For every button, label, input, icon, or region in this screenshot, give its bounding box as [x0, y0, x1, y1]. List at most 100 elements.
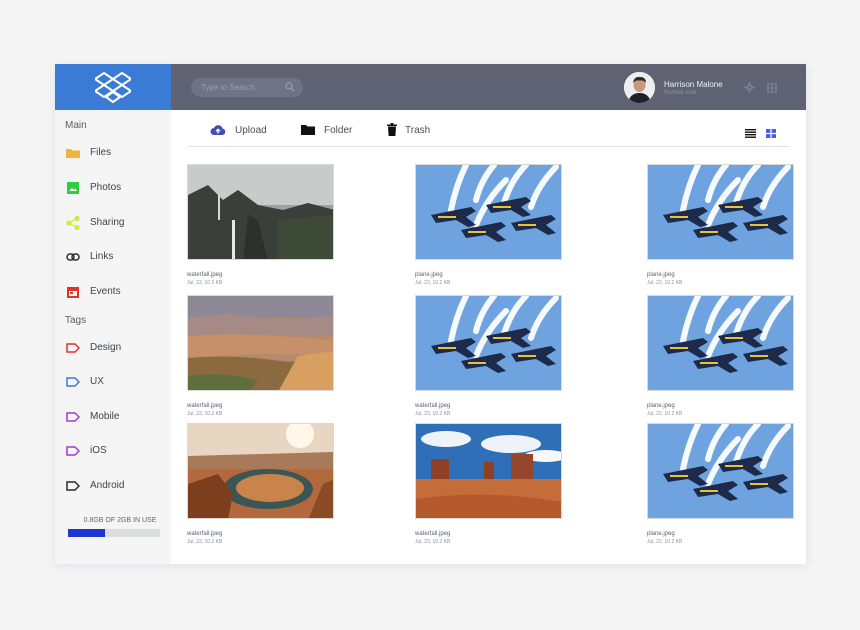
- search-placeholder: Type to Search: [201, 83, 255, 92]
- file-name: plane.jpeg: [647, 272, 675, 278]
- link-icon: [66, 253, 80, 261]
- canyon-thumbnail: [188, 296, 333, 390]
- file-card[interactable]: plane.jpeg Jul, 22, 10.2 KB: [647, 423, 794, 545]
- calendar-icon: [67, 287, 79, 298]
- sidebar-tag-android[interactable]: Android: [66, 478, 166, 494]
- sidebar-tag-label: UX: [90, 376, 104, 387]
- sidebar-item-label: Photos: [90, 182, 122, 193]
- file-card[interactable]: waterfall.jpeg Jul, 22, 10.2 KB: [187, 164, 334, 286]
- trash-label: Trash: [405, 125, 431, 136]
- tag-icon: [66, 412, 80, 422]
- share-icon: [66, 216, 80, 230]
- upload-button[interactable]: Upload: [210, 123, 270, 137]
- image-icon: [67, 182, 79, 194]
- cloud-upload-icon: [210, 125, 226, 135]
- trash-button[interactable]: Trash: [387, 123, 437, 137]
- file-thumbnail[interactable]: [647, 164, 794, 260]
- file-name: plane.jpeg: [647, 403, 675, 409]
- user-role: Normal user: [664, 90, 697, 96]
- search-icon[interactable]: [285, 82, 295, 92]
- tag-icon: [66, 377, 80, 387]
- avatar[interactable]: [624, 72, 655, 103]
- sidebar-tag-label: Mobile: [90, 411, 120, 422]
- file-thumbnail[interactable]: [415, 423, 562, 519]
- sidebar-tag-ios[interactable]: iOS: [66, 443, 166, 459]
- file-card[interactable]: plane.jpeg Jul, 22, 10.2 KB: [647, 295, 794, 417]
- file-card[interactable]: plane.jpeg Jul, 22, 10.2 KB: [647, 164, 794, 286]
- search-input[interactable]: Type to Search: [191, 78, 303, 97]
- file-thumbnail[interactable]: [187, 164, 334, 260]
- jets-thumbnail: [416, 296, 561, 390]
- sidebar-heading-main: Main: [65, 120, 87, 131]
- sidebar-item-links[interactable]: Links: [66, 249, 166, 265]
- file-thumbnail[interactable]: [647, 423, 794, 519]
- file-meta: Jul, 23, 10.2 KB: [415, 539, 451, 545]
- sidebar-item-label: Sharing: [90, 217, 125, 228]
- file-meta: Jul, 22, 10.2 KB: [647, 539, 683, 545]
- file-thumbnail[interactable]: [187, 423, 334, 519]
- tag-icon: [66, 343, 80, 353]
- file-meta: Jul, 22, 10.2 KB: [187, 280, 223, 286]
- sidebar-item-photos[interactable]: Photos: [66, 180, 166, 196]
- gear-icon[interactable]: [744, 82, 755, 93]
- storage-usage-text: 0.8GB OF 2GB IN USE: [83, 517, 157, 524]
- sidebar: Main Files Photos Sharing Links Events T…: [55, 110, 171, 564]
- folder-label: Folder: [324, 125, 353, 136]
- toolbar: Upload Folder Trash: [188, 110, 790, 147]
- sidebar-item-events[interactable]: Events: [66, 284, 166, 300]
- file-thumbnail[interactable]: [647, 295, 794, 391]
- file-thumbnail[interactable]: [415, 295, 562, 391]
- sidebar-tag-ux[interactable]: UX: [66, 374, 166, 390]
- file-name: waterfall.jpeg: [415, 403, 451, 409]
- file-name: plane.jpeg: [415, 272, 443, 278]
- file-meta: Jul, 22, 10.2 KB: [187, 411, 223, 417]
- file-name: waterfall.jpeg: [187, 531, 223, 537]
- folder-icon: [301, 125, 315, 135]
- logo[interactable]: [55, 64, 171, 110]
- sidebar-heading-tags: Tags: [65, 315, 87, 326]
- file-name: plane.jpeg: [647, 531, 675, 537]
- sidebar-tag-mobile[interactable]: Mobile: [66, 409, 166, 425]
- file-card[interactable]: waterfall.jpeg Jul, 22, 10.2 KB: [187, 295, 334, 417]
- storage-progress-fill: [68, 529, 105, 537]
- file-name: waterfall.jpeg: [187, 272, 223, 278]
- file-thumbnail[interactable]: [415, 164, 562, 260]
- jets-thumbnail: [648, 165, 793, 259]
- file-card[interactable]: waterfall.jpeg Jul, 23, 10.2 KB: [415, 295, 562, 417]
- sidebar-tag-label: iOS: [90, 445, 107, 456]
- grid-view-icon[interactable]: [766, 129, 776, 138]
- file-meta: Jul, 22, 10.2 KB: [647, 280, 683, 286]
- top-bar: Type to Search Harrison Malone Normal us…: [55, 64, 806, 110]
- file-meta: Jul, 23, 10.2 KB: [415, 280, 451, 286]
- file-name: waterfall.jpeg: [187, 403, 223, 409]
- sidebar-tag-label: Design: [90, 342, 122, 353]
- sidebar-item-files[interactable]: Files: [66, 145, 166, 161]
- file-thumbnail[interactable]: [187, 295, 334, 391]
- sidebar-tag-design[interactable]: Design: [66, 340, 166, 356]
- apps-grid-icon[interactable]: [767, 83, 777, 93]
- jets-thumbnail: [648, 296, 793, 390]
- trash-icon: [387, 123, 397, 136]
- app-window: Type to Search Harrison Malone Normal us…: [55, 64, 806, 564]
- file-meta: Jul, 23, 10.2 KB: [415, 411, 451, 417]
- jets-thumbnail: [416, 165, 561, 259]
- monument-valley-thumbnail: [416, 424, 561, 518]
- sidebar-tag-label: Android: [90, 480, 125, 491]
- file-meta: Jul, 22, 10.2 KB: [187, 539, 223, 545]
- new-folder-button[interactable]: Folder: [301, 123, 357, 137]
- file-card[interactable]: waterfall.jpeg Jul, 23, 10.2 KB: [415, 423, 562, 545]
- file-card[interactable]: waterfall.jpeg Jul, 22, 10.2 KB: [187, 423, 334, 545]
- sidebar-item-label: Files: [90, 147, 112, 158]
- folder-icon: [66, 149, 80, 158]
- file-meta: Jul, 22, 10.2 KB: [647, 411, 683, 417]
- horseshoe-bend-thumbnail: [188, 424, 333, 518]
- storage-progress-bar: [68, 529, 160, 537]
- waterfall-thumbnail: [188, 165, 333, 259]
- jets-thumbnail: [648, 424, 793, 518]
- sidebar-item-sharing[interactable]: Sharing: [66, 215, 166, 231]
- file-card[interactable]: plane.jpeg Jul, 23, 10.2 KB: [415, 164, 562, 286]
- list-view-icon[interactable]: [745, 129, 756, 138]
- user-name[interactable]: Harrison Malone: [664, 80, 723, 89]
- tag-icon: [66, 481, 80, 491]
- sidebar-item-label: Links: [90, 251, 114, 262]
